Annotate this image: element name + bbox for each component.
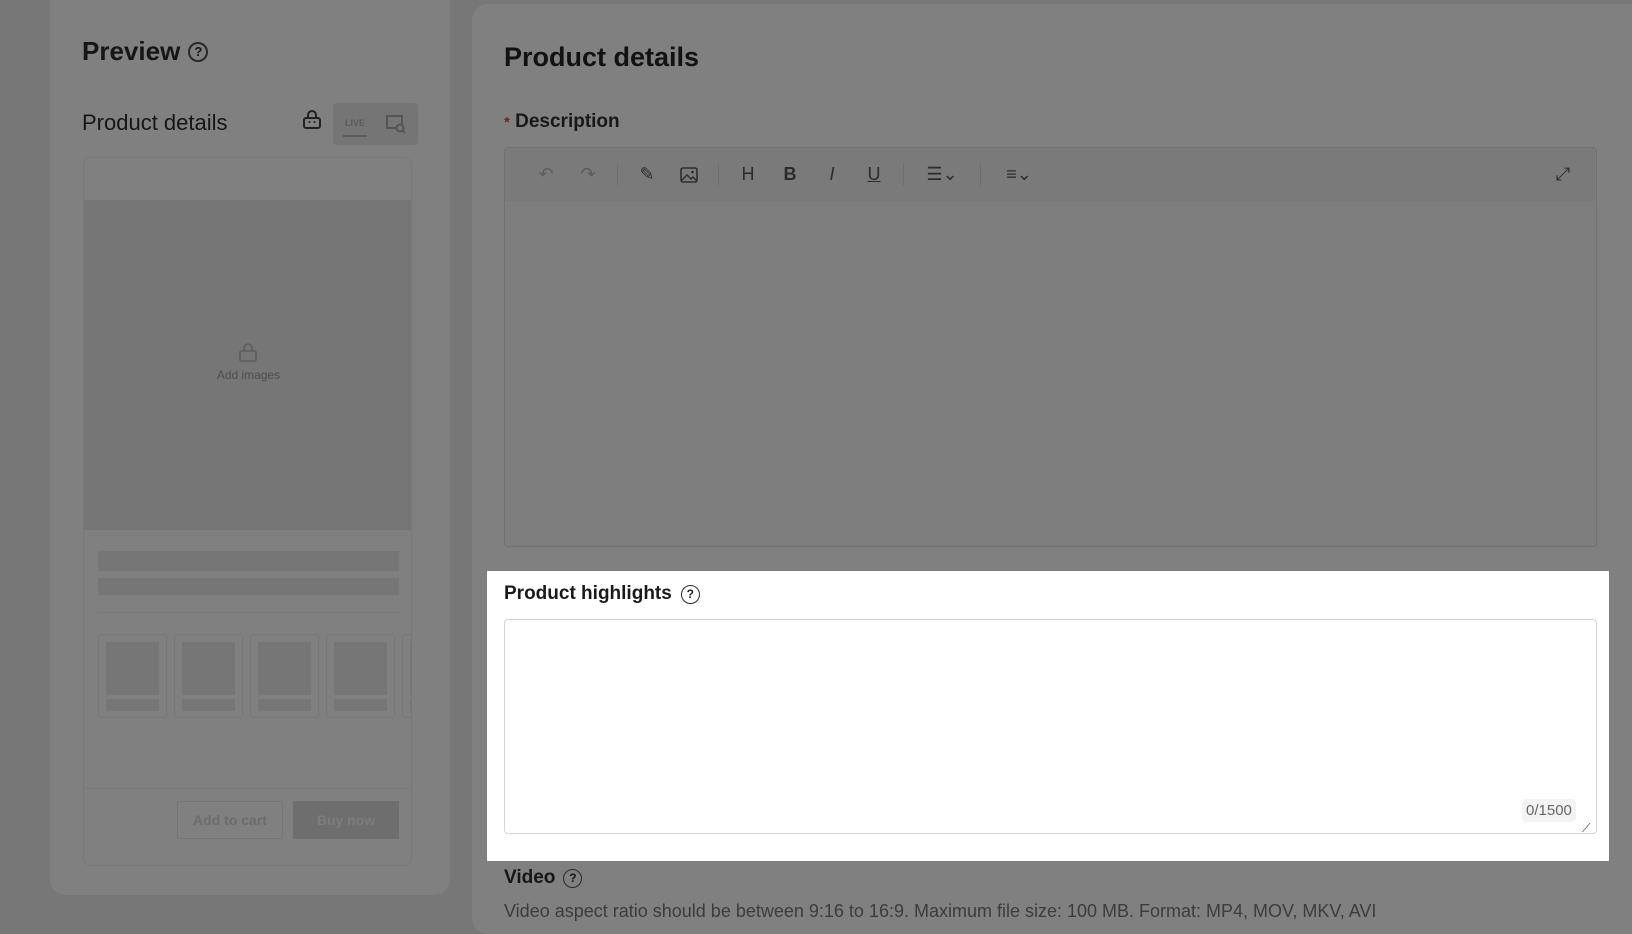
phone-preview-card: Add images Add to cart Buy now — [83, 157, 412, 866]
divider — [980, 163, 981, 186]
description-editor: ↶ ↷ ✎ H B I U ☰⌄ ≡⌄ ⤢ — [504, 147, 1597, 547]
list-dropdown-icon[interactable]: ☰⌄ — [912, 164, 972, 185]
image-area[interactable]: Add images — [84, 200, 411, 530]
skeleton-bar — [98, 578, 399, 595]
add-images-label: Add images — [216, 368, 281, 382]
description-label: Description — [515, 111, 620, 132]
divider — [98, 612, 399, 613]
buy-now-button[interactable]: Buy now — [293, 801, 399, 839]
thumbnail — [402, 634, 411, 718]
character-counter: 0/1500 — [1522, 799, 1576, 822]
thumbnail-row — [98, 634, 411, 718]
image-icon[interactable] — [668, 166, 710, 183]
underline-button[interactable]: U — [853, 164, 895, 185]
fullscreen-icon[interactable]: ⤢ — [1548, 164, 1578, 185]
preview-panel: Preview ? Product details LIVE Add image… — [50, 0, 450, 895]
thumbnail — [98, 634, 167, 718]
video-hint: Video aspect ratio should be between 9:1… — [504, 901, 1377, 921]
search-preview-icon[interactable] — [383, 111, 409, 137]
resize-handle-icon[interactable]: ⟋ — [1582, 821, 1590, 836]
preview-section-title: Product details — [82, 110, 228, 135]
align-dropdown-icon[interactable]: ≡⌄ — [989, 164, 1049, 185]
divider — [903, 163, 904, 186]
bold-button[interactable]: B — [769, 164, 811, 185]
skeleton-bar — [98, 551, 399, 571]
undo-icon[interactable]: ↶ — [525, 164, 567, 185]
video-label: Video — [504, 867, 556, 888]
editor-toolbar: ↶ ↷ ✎ H B I U ☰⌄ ≡⌄ ⤢ — [505, 148, 1596, 201]
bag-icon — [236, 342, 260, 364]
italic-button[interactable]: I — [811, 164, 853, 185]
ai-write-icon[interactable]: ✎ — [626, 164, 668, 185]
add-to-cart-button[interactable]: Add to cart — [177, 801, 283, 839]
preview-view-toggle: LIVE — [333, 103, 418, 145]
product-highlights-section: Product highlights ? 0/1500 ⟋ — [487, 571, 1609, 861]
help-icon[interactable]: ? — [563, 868, 583, 888]
description-input[interactable] — [505, 201, 1596, 546]
preview-title: Preview — [82, 36, 181, 66]
divider — [718, 163, 719, 186]
divider — [617, 163, 618, 186]
heading-button[interactable]: H — [727, 164, 769, 185]
required-mark: * — [504, 114, 510, 131]
thumbnail — [326, 634, 395, 718]
page-title: Product details — [504, 42, 700, 72]
product-highlights-label: Product highlights — [504, 583, 672, 604]
thumbnail — [250, 634, 319, 718]
help-icon[interactable]: ? — [680, 584, 700, 604]
help-icon[interactable]: ? — [188, 41, 209, 62]
thumbnail — [174, 634, 243, 718]
live-icon[interactable]: LIVE — [343, 111, 367, 137]
product-highlights-textarea[interactable] — [504, 619, 1597, 834]
redo-icon[interactable]: ↷ — [567, 164, 609, 185]
shop-bag-icon[interactable] — [300, 108, 324, 132]
divider — [84, 788, 411, 789]
